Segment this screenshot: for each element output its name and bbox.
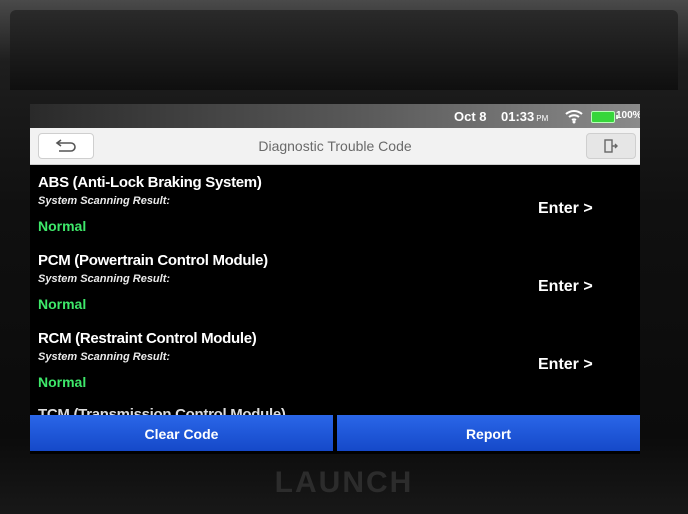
device-body: Oct 8 01:33 PM 100% Diagnostic Trouble C…: [0, 0, 688, 514]
battery-icon: [591, 111, 618, 123]
status-badge: Normal: [38, 296, 87, 312]
screen: Oct 8 01:33 PM 100% Diagnostic Trouble C…: [30, 104, 640, 454]
enter-button[interactable]: Enter >: [538, 356, 593, 374]
exit-button[interactable]: [586, 133, 636, 159]
scan-result-label: System Scanning Result:: [38, 351, 171, 363]
list-item[interactable]: PCM (Powertrain Control Module) System S…: [30, 244, 640, 322]
page-title: Diagnostic Trouble Code: [258, 138, 412, 154]
status-ampm: PM: [536, 114, 549, 123]
scan-result-label: System Scanning Result:: [38, 195, 171, 207]
report-button[interactable]: Report: [337, 415, 640, 451]
wifi-icon: [564, 108, 584, 124]
module-list[interactable]: ABS (Anti-Lock Braking System) System Sc…: [30, 166, 640, 416]
list-item[interactable]: RCM (Restraint Control Module) System Sc…: [30, 322, 640, 400]
scan-result-label: System Scanning Result:: [38, 273, 171, 285]
status-badge: Normal: [38, 218, 87, 234]
bottom-action-bar: Clear Code Report: [30, 415, 640, 454]
module-name: ABS (Anti-Lock Braking System): [38, 174, 262, 191]
list-item[interactable]: ABS (Anti-Lock Braking System) System Sc…: [30, 166, 640, 244]
status-bar: Oct 8 01:33 PM 100%: [30, 104, 640, 128]
device-bezel: [10, 10, 678, 90]
brand-logo: LAUNCH: [274, 466, 414, 499]
status-time-value: 01:33: [501, 109, 535, 124]
list-item[interactable]: TCM (Transmission Control Module): [30, 400, 640, 416]
status-date: Oct 8: [454, 109, 487, 124]
exit-icon: [604, 139, 618, 153]
status-badge: Normal: [38, 374, 87, 390]
enter-button[interactable]: Enter >: [538, 200, 593, 218]
title-bar: Diagnostic Trouble Code: [30, 128, 640, 165]
module-name: PCM (Powertrain Control Module): [38, 252, 268, 269]
battery-percent: 100%: [616, 110, 640, 121]
clear-code-button[interactable]: Clear Code: [30, 415, 333, 451]
status-time: 01:33 PM: [501, 109, 548, 124]
enter-button[interactable]: Enter >: [538, 278, 593, 296]
module-name: RCM (Restraint Control Module): [38, 330, 257, 347]
